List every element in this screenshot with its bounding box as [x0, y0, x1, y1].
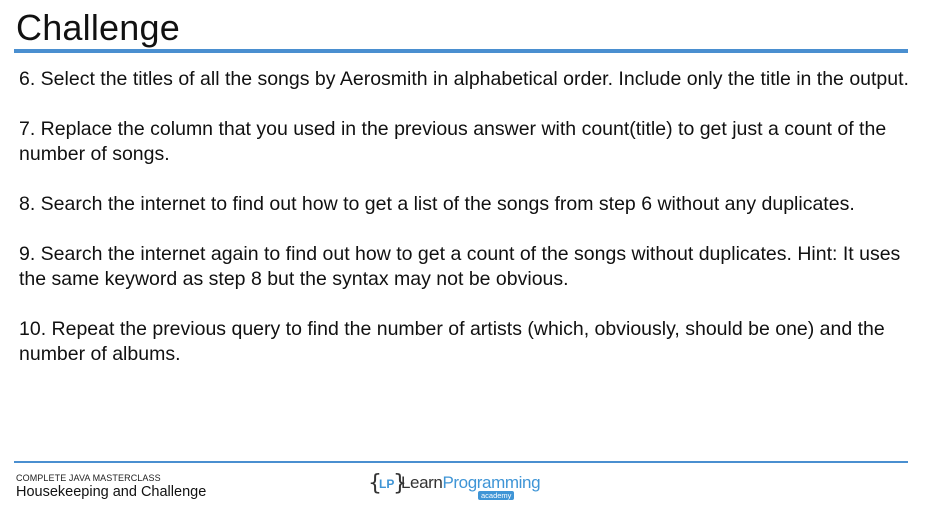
slide-title: Challenge	[16, 7, 180, 48]
challenge-item-8: 8. Search the internet to find out how t…	[19, 193, 855, 215]
footer-divider	[14, 461, 908, 463]
footer-lecture-title: Housekeeping and Challenge	[16, 484, 207, 500]
logo-word-programming: Programming	[442, 473, 541, 492]
challenge-item-10: 10. Repeat the previous query to find th…	[19, 318, 891, 365]
logo-academy-tag: academy	[478, 491, 515, 500]
challenge-item-9: 9. Search the internet again to find out…	[19, 243, 906, 290]
learnprogramming-logo: { LP } LearnProgramming academy	[368, 470, 541, 504]
logo-word-learn: Learn	[401, 473, 443, 492]
logo-wordmark: LearnProgramming	[401, 473, 541, 493]
title-divider	[14, 49, 908, 53]
challenge-item-7: 7. Replace the column that you used in t…	[19, 118, 898, 165]
challenge-item-6: 6. Select the titles of all the songs by…	[19, 68, 909, 90]
challenge-list: 6. Select the titles of all the songs by…	[19, 67, 909, 392]
footer-course-name: COMPLETE JAVA MASTERCLASS	[16, 473, 161, 483]
